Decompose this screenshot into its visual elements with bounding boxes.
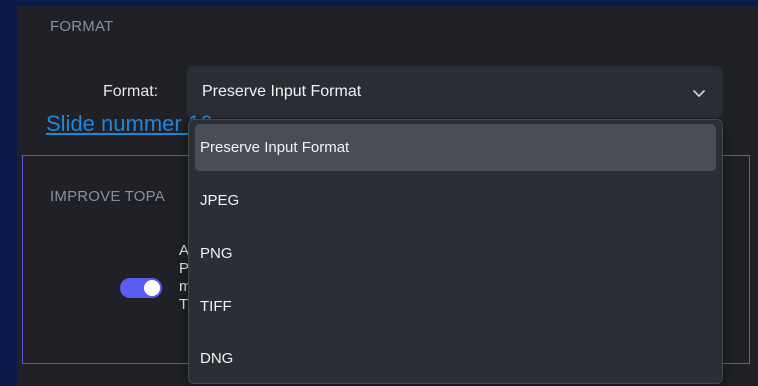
format-dropdown-menu: Preserve Input Format JPEG PNG TIFF DNG — [188, 119, 723, 384]
format-option[interactable]: DNG — [195, 335, 716, 382]
improve-toggle[interactable] — [120, 278, 162, 298]
format-option[interactable]: TIFF — [195, 283, 716, 330]
format-option[interactable]: Preserve Input Format — [195, 124, 716, 171]
format-label: Format: — [103, 83, 159, 100]
format-select-value: Preserve Input Format — [202, 83, 362, 100]
format-section-title: FORMAT — [50, 18, 114, 35]
format-option[interactable]: JPEG — [195, 177, 716, 224]
toggle-knob — [144, 280, 160, 296]
improve-section-title: IMPROVE TOPA — [50, 188, 165, 205]
format-option[interactable]: PNG — [195, 230, 716, 277]
format-select[interactable]: Preserve Input Format — [187, 66, 723, 118]
chevron-down-icon — [693, 90, 705, 97]
